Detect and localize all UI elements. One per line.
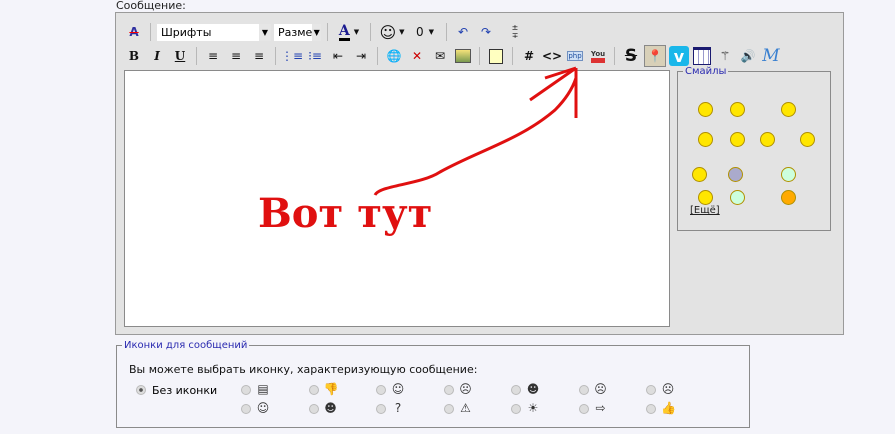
annotation-text: Вот тут	[258, 190, 433, 237]
annotation-arrow	[373, 66, 578, 197]
